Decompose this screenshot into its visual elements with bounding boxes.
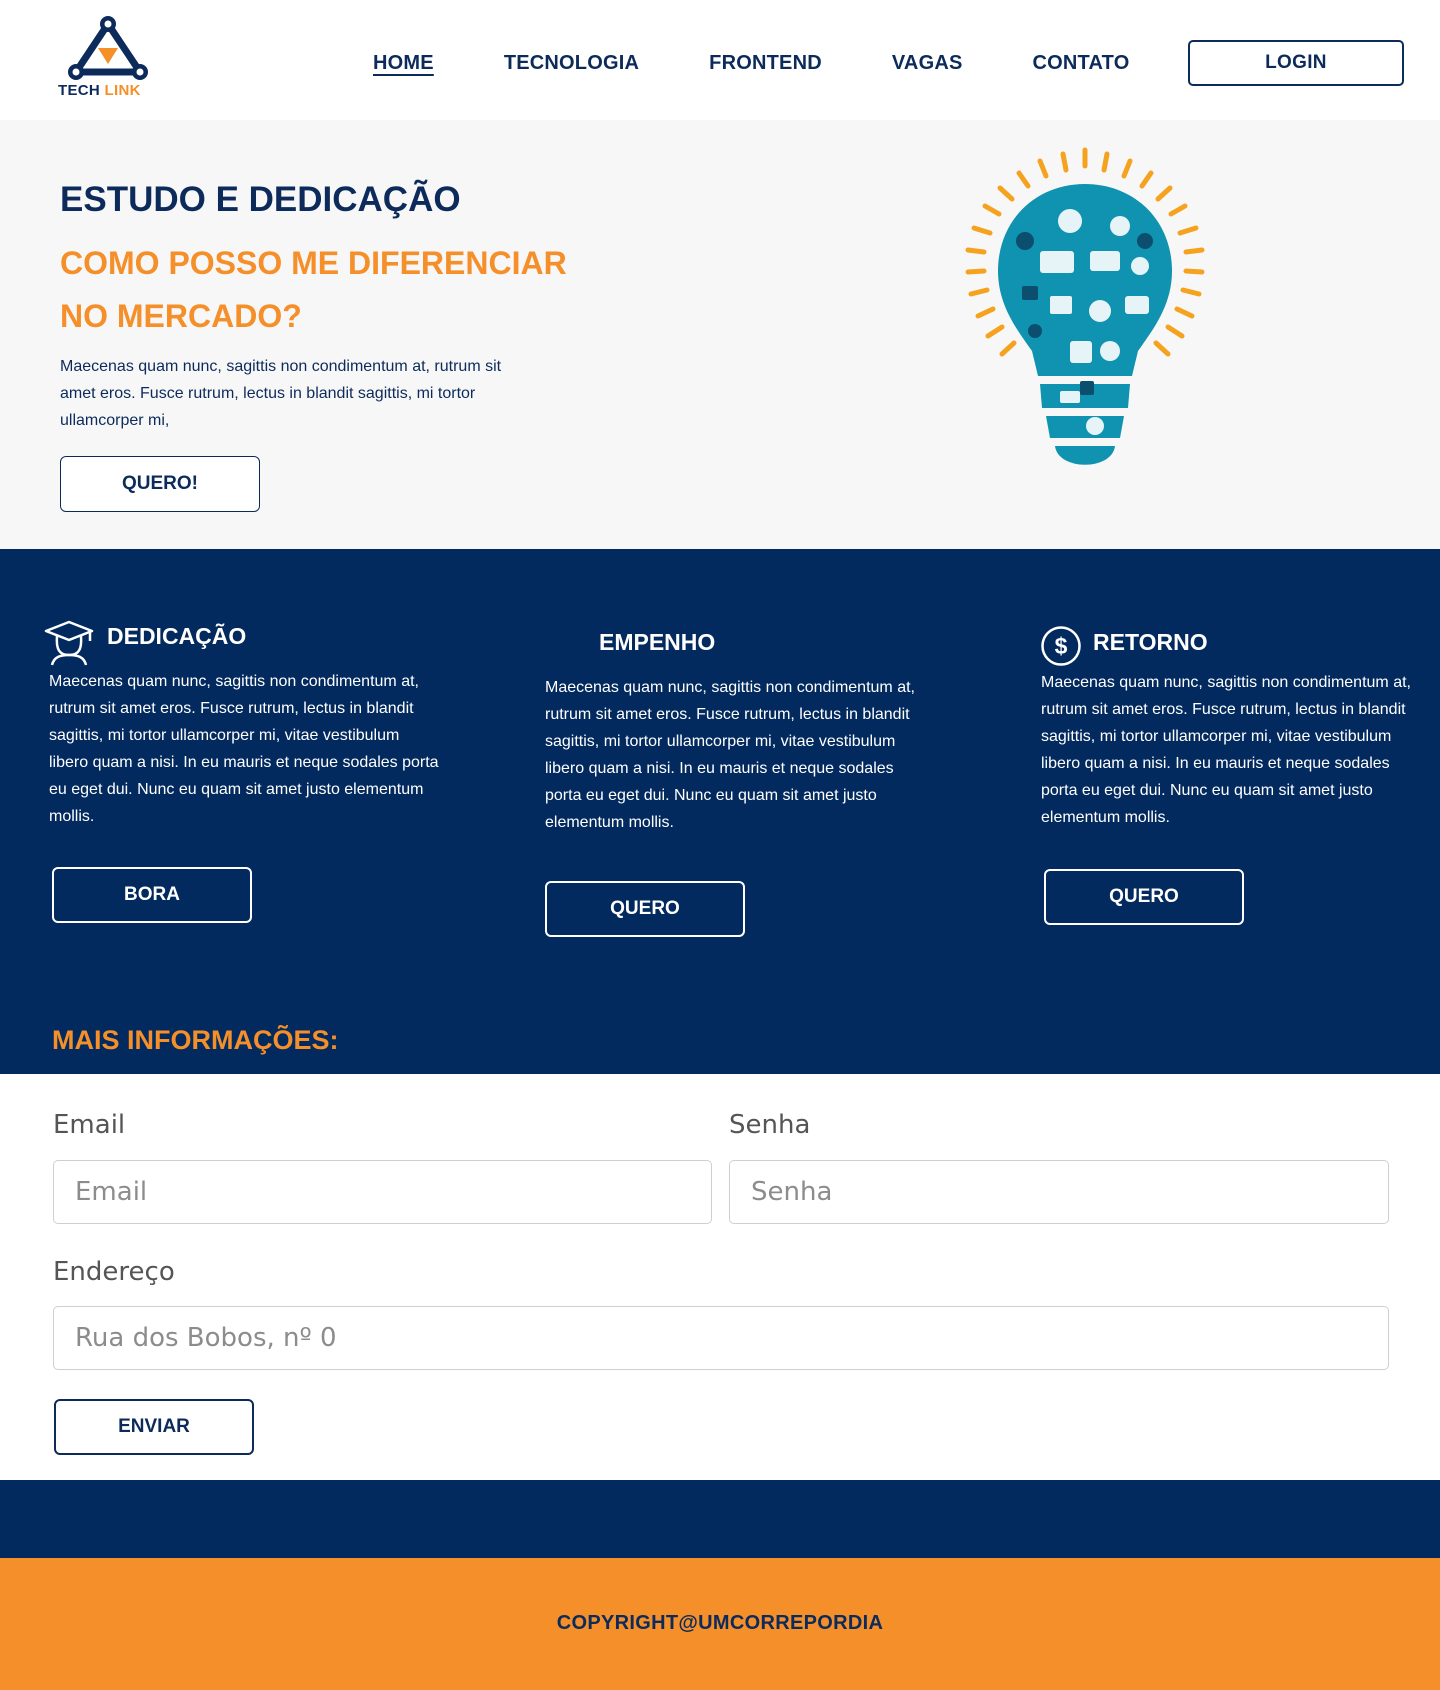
logo[interactable]: TECH LINK (58, 14, 158, 100)
feature-retorno: RETORNO Maecenas quam nunc, sagittis non… (1041, 627, 1421, 831)
address-input[interactable] (53, 1306, 1389, 1370)
hero-quero-button[interactable]: QUERO! (60, 456, 260, 512)
hero-subtitle: COMO POSSO ME DIFERENCIAR NO MERCADO? (60, 245, 567, 334)
email-input[interactable] (53, 1160, 712, 1224)
nav-home-link[interactable]: HOME (373, 52, 434, 75)
nav-tecnologia-link[interactable]: TECNOLOGIA (504, 52, 639, 75)
footer-divider-bar (0, 1480, 1440, 1558)
retorno-quero-button[interactable]: QUERO (1044, 869, 1244, 925)
feature-empenho-title: EMPENHO (599, 629, 716, 655)
submit-button[interactable]: ENVIAR (54, 1399, 254, 1455)
empenho-quero-button[interactable]: QUERO (545, 881, 745, 937)
password-label: Senha (729, 1110, 811, 1140)
logo-text-primary: TECH (58, 82, 101, 99)
email-label: Email (53, 1110, 126, 1140)
info-form: Email Senha Endereço ENVIAR (0, 1074, 1440, 1480)
hero-section: ESTUDO E DEDICAÇÃO COMO POSSO ME DIFEREN… (0, 120, 1440, 549)
login-button[interactable]: LOGIN (1188, 40, 1404, 86)
hero-text: Maecenas quam nunc, sagittis non condime… (60, 358, 502, 429)
logo-text: TECH LINK (58, 82, 141, 99)
address-label: Endereço (53, 1257, 175, 1287)
main-nav: HOME TECNOLOGIA FRONTEND VAGAS CONTATO (373, 52, 1199, 75)
nav-vagas-link[interactable]: VAGAS (892, 52, 963, 75)
feature-empenho-text: Maecenas quam nunc, sagittis non condime… (545, 679, 915, 831)
feature-dedicacao: DEDICAÇÃO Maecenas quam nunc, sagittis n… (49, 621, 439, 830)
bora-button[interactable]: BORA (52, 867, 252, 923)
nav-frontend-link[interactable]: FRONTEND (709, 52, 822, 75)
footer: COPYRIGHT@UMCORREPORDIA (0, 1558, 1440, 1690)
features-section: DEDICAÇÃO Maecenas quam nunc, sagittis n… (0, 549, 1440, 1074)
feature-empenho: EMPENHO Maecenas quam nunc, sagittis non… (545, 627, 925, 836)
feature-dedicacao-text: Maecenas quam nunc, sagittis non condime… (49, 673, 439, 825)
feature-retorno-text: Maecenas quam nunc, sagittis non condime… (1041, 674, 1411, 826)
lightbulb-icons-illustration (965, 147, 1205, 465)
feature-dedicacao-title: DEDICAÇÃO (107, 623, 247, 649)
nav-contato-link[interactable]: CONTATO (1033, 52, 1130, 75)
logo-triangle-icon (68, 16, 148, 80)
copyright-text: COPYRIGHT@UMCORREPORDIA (556, 1612, 884, 1634)
feature-retorno-title: RETORNO (1093, 629, 1208, 655)
password-input[interactable] (729, 1160, 1389, 1224)
hero-title: ESTUDO E DEDICAÇÃO (60, 180, 461, 219)
logo-text-accent: LINK (104, 82, 141, 99)
more-info-title: MAIS INFORMAÇÕES: (52, 1025, 339, 1055)
navbar: TECH LINK HOME TECNOLOGIA FRONTEND VAGAS… (0, 0, 1440, 120)
